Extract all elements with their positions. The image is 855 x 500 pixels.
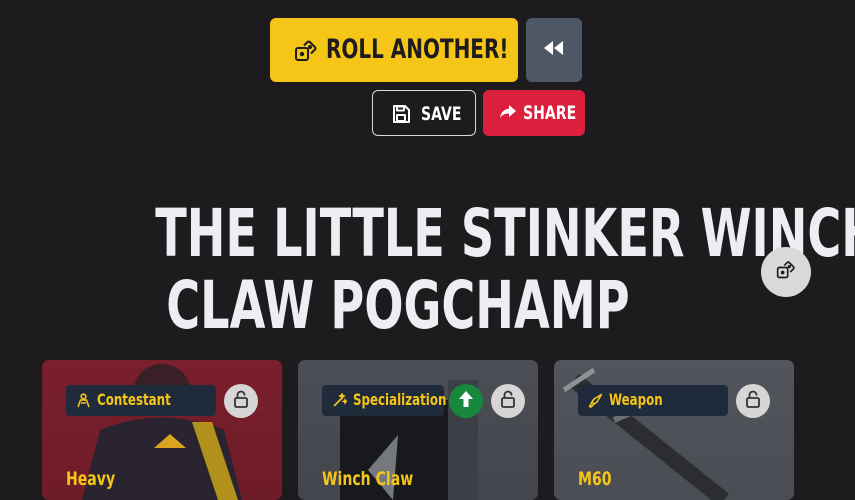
build-title-line-2: CLAW POGCHAMP bbox=[165, 267, 630, 344]
weapon-tag: Weapon bbox=[578, 385, 728, 416]
rewind-button[interactable] bbox=[526, 18, 582, 82]
specialization-icon bbox=[332, 391, 349, 412]
dice-icon bbox=[776, 260, 796, 284]
specialization-name: Winch Claw bbox=[322, 468, 414, 490]
weapon-tag-label: Weapon bbox=[609, 390, 663, 409]
floppy-disk-icon bbox=[391, 104, 411, 128]
reroll-name-button[interactable] bbox=[761, 247, 811, 297]
unlock-icon bbox=[745, 390, 761, 412]
unlock-icon bbox=[500, 390, 516, 412]
build-title-line-1: THE LITTLE STINKER WINCH bbox=[155, 195, 855, 272]
build-title: THE LITTLE STINKER WINCH CLAW POGCHAMP bbox=[0, 198, 855, 344]
roll-another-button[interactable]: ROLL ANOTHER! bbox=[270, 18, 518, 82]
contestant-card[interactable]: Contestant Heavy bbox=[42, 360, 282, 500]
contestant-icon bbox=[76, 393, 91, 412]
share-button[interactable]: SHARE bbox=[483, 90, 585, 136]
lock-toggle[interactable] bbox=[224, 384, 258, 418]
contestant-name: Heavy bbox=[66, 468, 116, 490]
weapon-card[interactable]: Weapon M60 bbox=[554, 360, 794, 500]
weapon-icon bbox=[588, 393, 603, 412]
boost-badge bbox=[449, 384, 483, 418]
share-arrow-icon bbox=[499, 104, 517, 124]
unlock-icon bbox=[233, 390, 249, 412]
specialization-card[interactable]: Specialization Winch Claw bbox=[298, 360, 538, 500]
share-label: SHARE bbox=[523, 102, 577, 124]
arrow-up-icon bbox=[458, 390, 474, 412]
lock-toggle[interactable] bbox=[491, 384, 525, 418]
specialization-tag-label: Specialization bbox=[353, 390, 447, 409]
save-button[interactable]: SAVE bbox=[372, 90, 476, 136]
save-label: SAVE bbox=[421, 103, 462, 125]
contestant-tag-label: Contestant bbox=[97, 390, 171, 409]
lock-toggle[interactable] bbox=[736, 384, 770, 418]
specialization-tag: Specialization bbox=[322, 385, 447, 416]
roll-another-label: ROLL ANOTHER! bbox=[326, 34, 509, 65]
weapon-name: M60 bbox=[578, 468, 612, 490]
rewind-icon bbox=[542, 40, 566, 60]
dice-icon bbox=[294, 39, 318, 67]
contestant-tag: Contestant bbox=[66, 385, 216, 416]
